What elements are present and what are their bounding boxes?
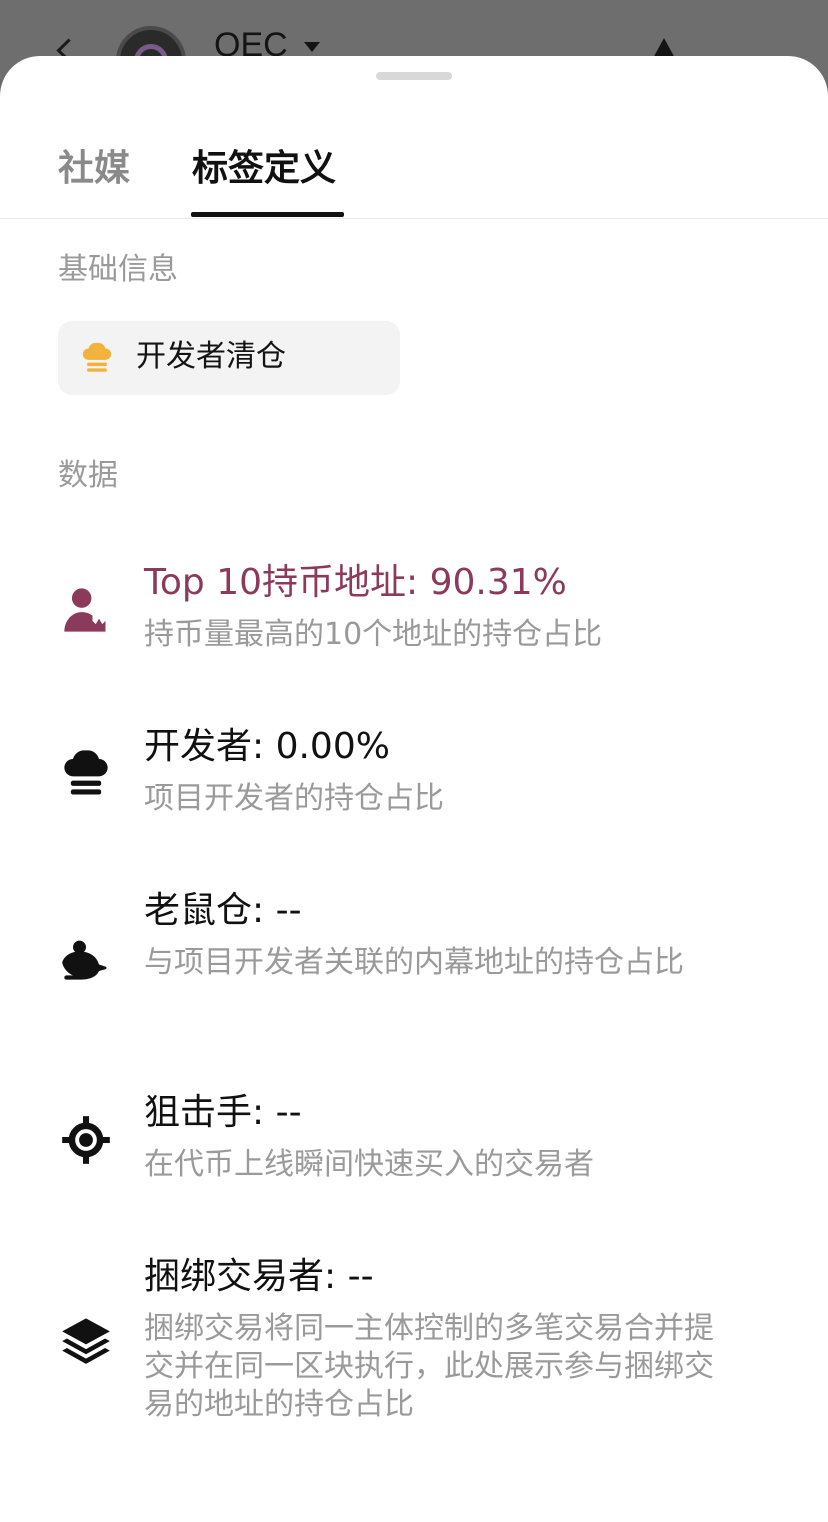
tab-social[interactable]: 社媒 <box>58 144 130 194</box>
item-title: Top 10持币地址: 90.31% <box>144 562 567 603</box>
bottom-sheet: 社媒 标签定义 基础信息 开发者清仓 数据 Top 10持币地址: 90.31%… <box>0 56 828 1522</box>
item-title: 开发者: 0.00% <box>144 726 390 767</box>
item-title: 老鼠仓: -- <box>144 890 302 931</box>
chevron-down-icon <box>304 42 320 52</box>
sheet-drag-handle[interactable] <box>376 72 452 80</box>
chef-hat-icon <box>82 342 112 372</box>
item-title: 狙击手: -- <box>144 1092 302 1133</box>
item-description: 在代币上线瞬间快速买入的交易者 <box>144 1147 594 1182</box>
tab-bar: 社媒 标签定义 <box>0 140 828 219</box>
item-description: 捆绑交易将同一主体控制的多笔交易合并提交并在同一区块执行，此处展示参与捆绑交易的… <box>144 1311 714 1422</box>
dev-cleared-chip[interactable]: 开发者清仓 <box>58 321 400 395</box>
item-title: 捆绑交易者: -- <box>144 1256 374 1297</box>
tab-label-definitions[interactable]: 标签定义 <box>192 144 336 194</box>
active-tab-indicator <box>191 212 344 217</box>
section-title-basic-info: 基础信息 <box>58 252 178 287</box>
item-description: 项目开发者的持仓占比 <box>144 781 444 816</box>
crosshair-icon <box>62 1116 110 1164</box>
section-title-data: 数据 <box>58 458 118 493</box>
item-description: 与项目开发者关联的内幕地址的持仓占比 <box>144 945 684 980</box>
chip-label: 开发者清仓 <box>136 339 286 374</box>
item-description: 持币量最高的10个地址的持仓占比 <box>144 617 603 652</box>
top-holder-icon <box>64 588 106 632</box>
layers-icon <box>62 1318 110 1364</box>
rat-icon <box>62 940 107 980</box>
chef-hat-icon <box>64 750 108 795</box>
